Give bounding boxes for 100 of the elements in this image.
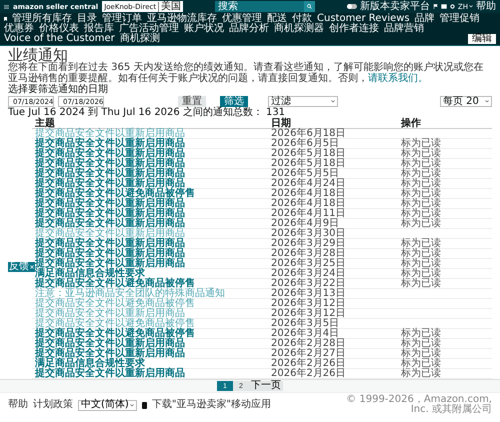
- filter-button[interactable]: 筛选: [220, 96, 248, 107]
- mark-read-link[interactable]: 标为已读: [398, 159, 441, 169]
- footer-link[interactable]: 帮助: [8, 400, 28, 410]
- nav-item[interactable]: 管理订单: [102, 14, 142, 24]
- mark-read-link[interactable]: 标为已读: [398, 269, 441, 279]
- close-icon[interactable]: [30, 265, 34, 269]
- filter-label: 选择要筛选通知的日期: [8, 85, 109, 95]
- notification-link[interactable]: 提交商品安全文件以重新启用商品: [32, 219, 185, 229]
- notification-link[interactable]: 满足商品信息合规性要求: [32, 269, 145, 279]
- toggle-switch[interactable]: [346, 4, 357, 9]
- mark-read-link[interactable]: 标为已读: [398, 359, 441, 369]
- notification-link[interactable]: 提交商品安全文件以重新启用商品: [32, 249, 185, 259]
- date-text: 2026年6月5日: [270, 139, 340, 149]
- column-header: 操作: [400, 119, 422, 129]
- menu-icon[interactable]: [4, 4, 9, 8]
- nav-item[interactable]: 报告库: [84, 24, 114, 34]
- nav-item[interactable]: 广告活动管理: [119, 24, 179, 34]
- nav-item[interactable]: Voice of the Customer: [4, 34, 115, 44]
- contact-link[interactable]: 请联系我们。: [368, 72, 428, 84]
- nav-item[interactable]: 商机探测: [120, 34, 160, 44]
- mark-read-link[interactable]: 标为已读: [398, 369, 441, 379]
- mark-read-link[interactable]: 标为已读: [398, 329, 441, 339]
- next-page-button[interactable]: 下一页: [249, 381, 283, 391]
- chevron-down-icon: [485, 100, 489, 103]
- notification-link[interactable]: 提交商品安全文件以重新启用商品: [32, 259, 185, 269]
- notification-link[interactable]: 提交商品安全文件以重新启用商品: [32, 239, 185, 249]
- notification-link[interactable]: 提交商品安全文件以重新启用商品: [32, 199, 185, 209]
- nav-item[interactable]: Customer Reviews: [317, 14, 410, 24]
- chevron-down-icon: [468, 5, 473, 8]
- mark-read-link[interactable]: 标为已读: [398, 259, 441, 269]
- nav-item[interactable]: 管理促销: [440, 14, 480, 24]
- date-text: 2026年3月13日: [270, 289, 346, 299]
- nav-item[interactable]: 亚马逊物流库存: [147, 14, 217, 24]
- notification-link[interactable]: 提交商品安全文件以重新启用商品: [32, 139, 185, 149]
- toggle-label: 新版本卖家平台: [360, 2, 430, 12]
- notification-link[interactable]: 提交商品安全文件以重新启用商品: [32, 339, 185, 349]
- notification-link[interactable]: 提交商品安全文件以重新启用商品: [32, 169, 185, 179]
- mark-read-link[interactable]: 标为已读: [398, 139, 441, 149]
- notification-link[interactable]: 提交商品安全文件以重新启用商品: [32, 369, 185, 379]
- notification-link[interactable]: 提交商品安全文件以避免商品被停售: [32, 279, 195, 289]
- date-text: 2026年4月18日: [270, 189, 346, 199]
- mark-read-link[interactable]: 标为已读: [398, 149, 441, 159]
- date-text: 2026年3月12日: [270, 309, 346, 319]
- nav-item[interactable]: 品牌: [414, 14, 435, 24]
- filter-select[interactable]: 过滤: [268, 96, 338, 107]
- reset-button[interactable]: 重置: [178, 96, 206, 107]
- flag-icon[interactable]: [432, 4, 438, 9]
- chevron-down-icon: [130, 404, 134, 406]
- bookmark-icon[interactable]: [4, 17, 7, 21]
- date-text: 2026年3月25日: [270, 259, 346, 269]
- date-text: 2026年5月18日: [270, 149, 346, 159]
- notification-link[interactable]: 满足商品信息合规性要求: [32, 359, 145, 369]
- mark-read-link[interactable]: 标为已读: [398, 279, 441, 289]
- mark-read-link[interactable]: 标为已读: [398, 339, 441, 349]
- mark-read-link[interactable]: 标为已读: [398, 239, 441, 249]
- date-text: 2026年3月4日: [270, 329, 340, 339]
- edit-button[interactable]: 编辑: [468, 34, 496, 44]
- nav-item[interactable]: 品牌分析: [229, 24, 269, 34]
- mark-read-link[interactable]: 标为已读: [398, 209, 441, 219]
- footer-link[interactable]: 计划政策: [33, 400, 73, 410]
- mark-read-link[interactable]: 标为已读: [398, 349, 441, 359]
- nav-item[interactable]: 账户状况: [184, 24, 224, 34]
- mark-read-link[interactable]: 标为已读: [398, 189, 441, 199]
- notification-link[interactable]: 提交商品安全文件以重新启用商品: [32, 149, 185, 159]
- page-description: 您将在下面看到在过去 365 天内发送给您的绩效通知。请查看这些通知，了解可能影响您的账户状况或您在亚马逊销售的重要提醒。如有任何关于账户状况的问题，请直接回复通知。否则，请联系我们。: [8, 63, 484, 84]
- mark-read-link[interactable]: 标为已读: [398, 179, 441, 189]
- date-text: 2026年3月12日: [270, 299, 346, 309]
- app-download-link[interactable]: 下载"亚马逊卖家"移动应用: [152, 400, 272, 410]
- search-icon: [307, 4, 312, 9]
- nav-item[interactable]: 优惠券: [4, 24, 34, 34]
- mark-read-link[interactable]: 标为已读: [398, 199, 441, 209]
- date-text: 2026年4月24日: [270, 179, 346, 189]
- notification-link[interactable]: 提交商品安全文件以避免商品被停售: [32, 329, 195, 339]
- nav-item[interactable]: 品牌营销: [384, 24, 424, 34]
- per-page-select[interactable]: 每页 20: [440, 96, 492, 107]
- nav-item[interactable]: 配送: [267, 14, 287, 24]
- date-text: 2026年3月28日: [270, 249, 346, 259]
- nav-item[interactable]: 优惠管理: [222, 14, 262, 24]
- search-field[interactable]: 搜索: [215, 1, 304, 12]
- nav-item[interactable]: 创作者连接: [329, 24, 379, 34]
- nav-item[interactable]: 商机探测器: [274, 24, 324, 34]
- search-button[interactable]: [304, 1, 316, 12]
- mark-read-link[interactable]: 标为已读: [398, 249, 441, 259]
- date-text: 2026年2月26日: [270, 359, 346, 369]
- notification-link[interactable]: 提交商品安全文件以重新启用商品: [32, 159, 185, 169]
- notification-link[interactable]: 提交商品安全文件以重新启用商品: [32, 349, 185, 359]
- chevron-down-icon: [331, 100, 335, 103]
- mark-read-link[interactable]: 标为已读: [398, 219, 441, 229]
- notification-count: 131: [266, 108, 286, 118]
- nav-item[interactable]: 付款: [292, 14, 312, 24]
- range-text: Tue Jul 16 2024 到 Thu Jul 16 2026 之间的通知总数：: [8, 108, 263, 118]
- mark-read-link[interactable]: 标为已读: [398, 169, 441, 179]
- notification-link[interactable]: 提交商品安全文件以重新启用商品: [32, 179, 185, 189]
- nav-item[interactable]: 价格仪表: [39, 24, 79, 34]
- language-select[interactable]: 中文(简体): [78, 400, 137, 410]
- notification-link[interactable]: 提交商品安全文件以避免商品被停售: [32, 189, 195, 199]
- notification-link[interactable]: 提交商品安全文件以重新启用商品: [32, 209, 185, 219]
- help-link[interactable]: 帮助: [476, 2, 496, 12]
- nav-item[interactable]: 管理所有库存: [12, 14, 72, 24]
- nav-item[interactable]: 目录: [77, 14, 97, 24]
